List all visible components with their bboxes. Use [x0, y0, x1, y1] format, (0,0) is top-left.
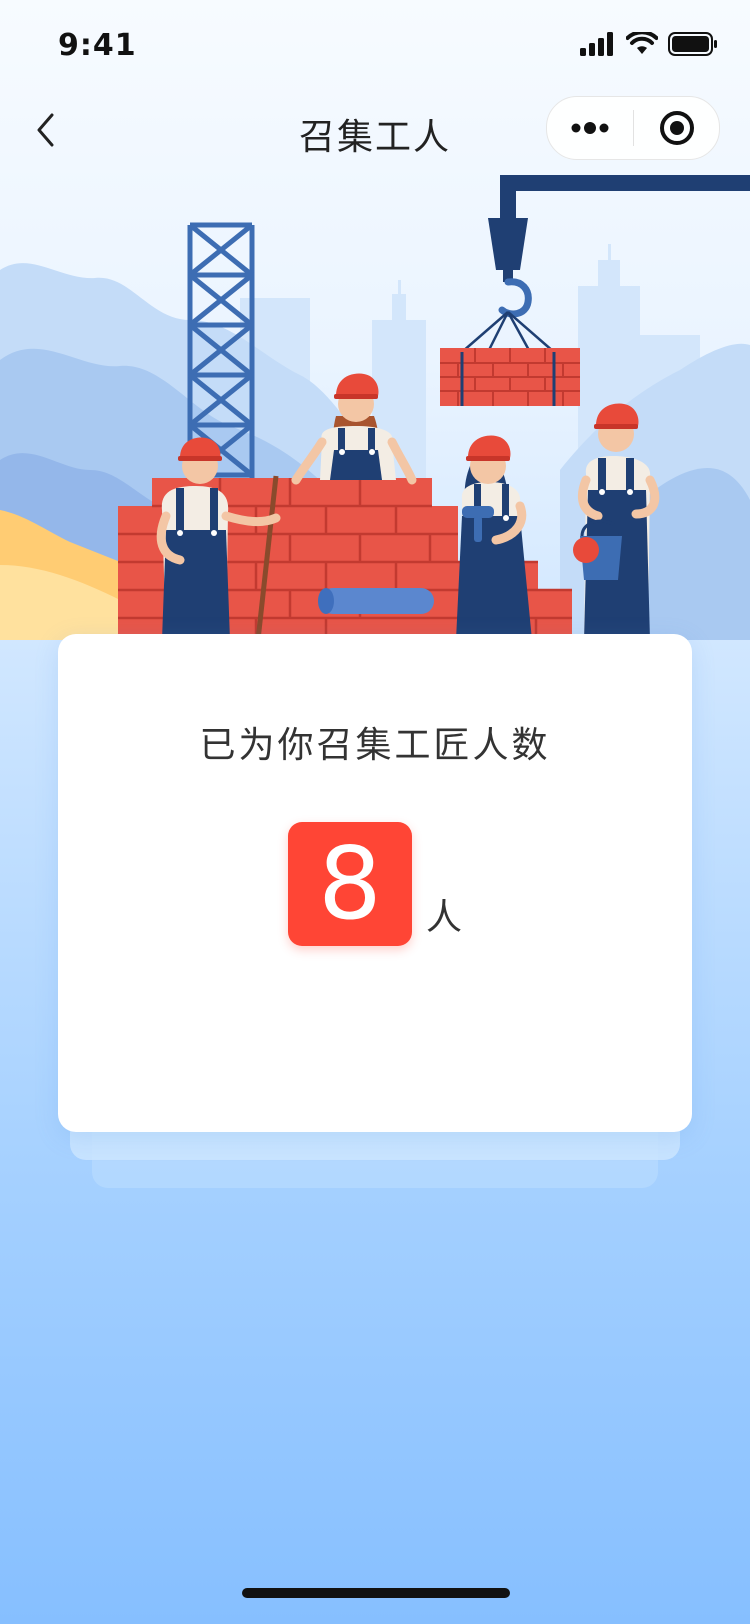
hanging-bricks — [440, 348, 580, 406]
status-bar: 9:41 — [0, 0, 750, 88]
home-indicator[interactable] — [242, 1588, 510, 1598]
navigation-bar: 召集工人 — [0, 92, 750, 172]
pipe — [318, 588, 434, 614]
signal-icon — [580, 32, 613, 56]
card-heading: 已为你召集工匠人数 — [199, 725, 551, 766]
close-button[interactable] — [634, 97, 719, 159]
battery-icon — [668, 32, 717, 56]
worker-count-unit: 人 — [425, 897, 462, 938]
worker-right-center — [456, 435, 532, 640]
worker-count-value: 8 — [287, 822, 412, 946]
summon-result-card: 已为你召集工匠人数 8 人 — [58, 634, 692, 1132]
target-circle-icon — [659, 111, 694, 145]
construction-illustration — [0, 175, 750, 640]
more-button[interactable] — [547, 97, 633, 159]
status-time: 9:41 — [58, 28, 137, 63]
worker-count: 8 人 — [58, 822, 692, 946]
mini-program-capsule — [546, 96, 720, 160]
wifi-icon — [626, 32, 658, 54]
status-icons — [580, 32, 718, 56]
more-dots-icon — [571, 122, 609, 134]
